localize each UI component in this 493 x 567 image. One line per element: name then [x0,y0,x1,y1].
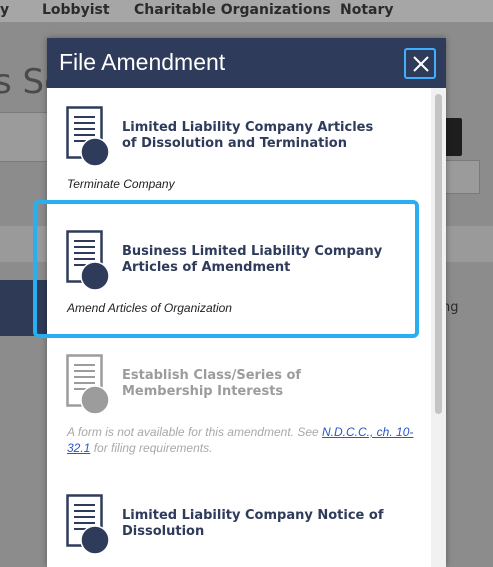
document-icon [66,354,110,415]
nav-item-lobbyist: Lobbyist [42,2,110,18]
amendment-option-description: Terminate Company [67,177,175,191]
close-button[interactable] [404,48,436,79]
amendment-option-notice-of-dissolution[interactable]: Limited Liability Company Notice of Diss… [47,494,427,567]
document-icon [66,106,110,167]
amendment-option-note: A form is not available for this amendme… [67,424,427,456]
amendment-option-title: Limited Liability Company Notice of Diss… [122,508,384,539]
document-icon [66,494,110,555]
close-icon [413,56,429,72]
nav-item-charitable-organizations: Charitable Organizations [134,2,331,18]
nav-item-notary: Notary [340,2,394,18]
background-nav: y Lobbyist Charitable Organizations Nota… [0,0,493,22]
selection-focus-ring [33,200,419,338]
background-search-input [0,112,52,162]
note-suffix: for filing requirements. [90,441,213,455]
scrollbar-thumb[interactable] [435,94,442,414]
background-field [440,160,480,194]
nav-item: y [0,2,10,18]
dialog-header: File Amendment [47,38,446,88]
amendment-option-class-series-membership: Establish Class/Series of Membership Int… [47,354,427,464]
note-prefix: A form is not available for this amendme… [67,425,323,439]
amendment-option-dissolution-termination[interactable]: Limited Liability Company Articles of Di… [47,106,427,196]
amendment-option-title: Limited Liability Company Articles of Di… [122,120,374,151]
dialog-title: File Amendment [59,49,226,75]
amendment-option-title: Establish Class/Series of Membership Int… [122,368,302,399]
